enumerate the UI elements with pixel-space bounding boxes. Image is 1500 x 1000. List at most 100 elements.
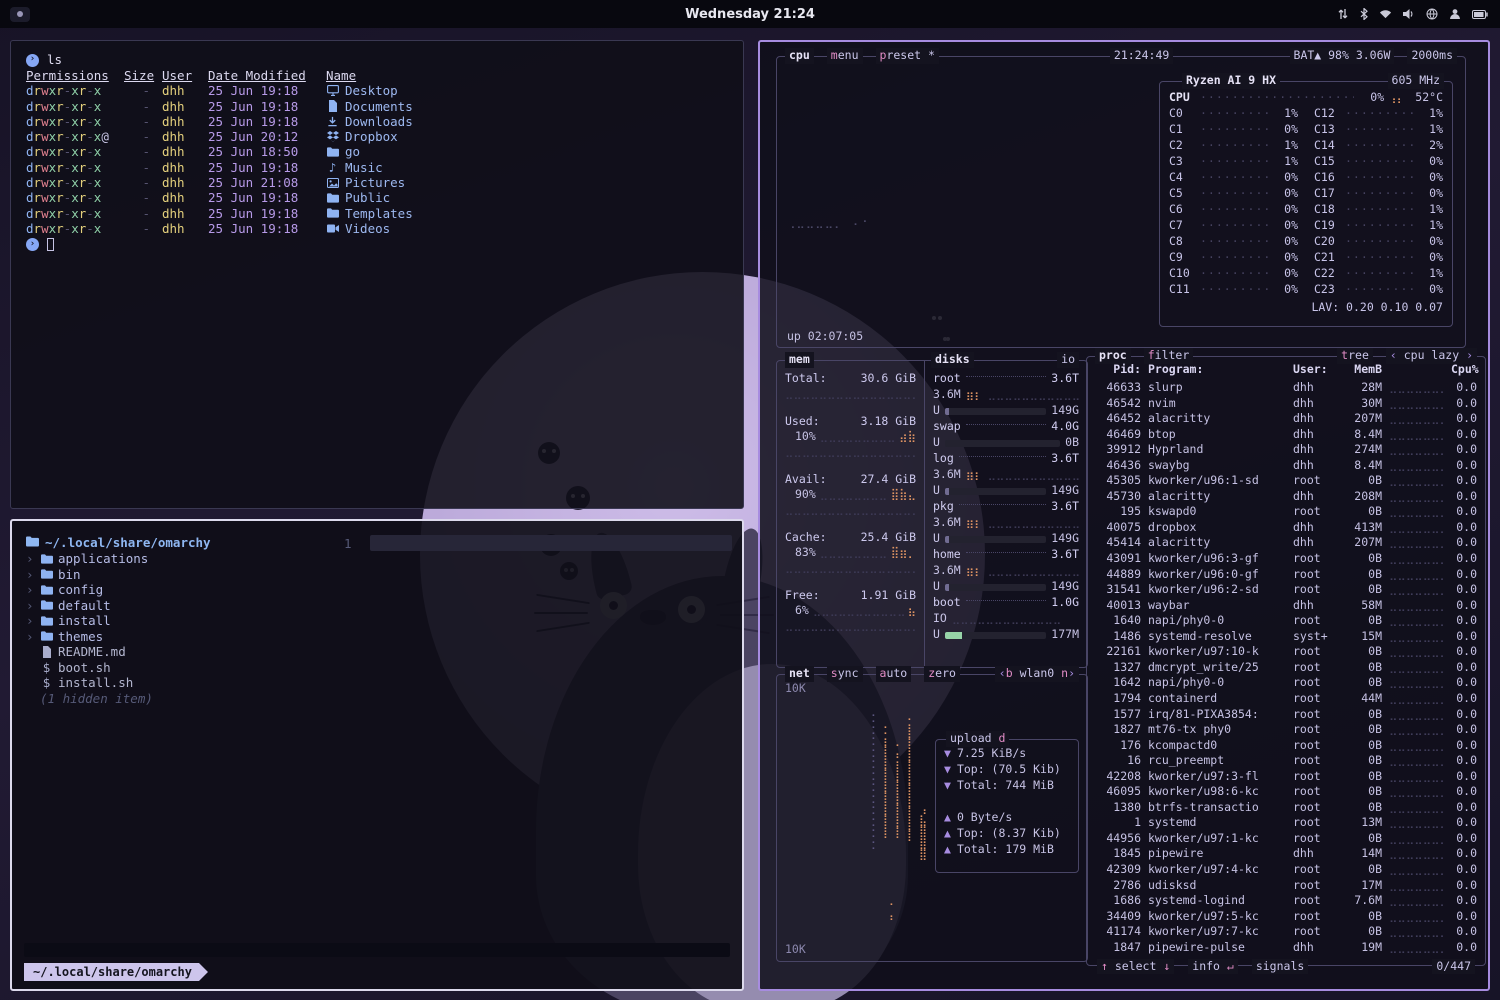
proc-row[interactable]: 195 kswapd0 root 0B 0.0 xyxy=(1095,504,1477,520)
io-mode-label[interactable]: io xyxy=(1057,352,1079,368)
proc-row[interactable]: 1380 btrfs-transactio root 0B 0.0 xyxy=(1095,800,1477,816)
proc-row[interactable]: 41174 kworker/u97:7-kc root 0B 0.0 xyxy=(1095,924,1477,940)
mem-stat-percent: 90% xyxy=(785,487,816,503)
proc-row[interactable]: 46633 slurp dhh 28M 0.0 xyxy=(1095,380,1477,396)
proc-user: dhh xyxy=(1293,427,1337,443)
proc-row[interactable]: 1794 containerd root 44M 0.0 xyxy=(1095,691,1477,707)
file-tree-item[interactable]: › config xyxy=(26,582,326,598)
proc-mem: 0B xyxy=(1344,924,1382,940)
proc-row[interactable]: 40013 waybar dhh 58M 0.0 xyxy=(1095,598,1477,614)
proc-row[interactable]: 1486 systemd-resolve syst+ 15M 0.0 xyxy=(1095,629,1477,645)
prompt-line[interactable]: › xyxy=(26,236,728,252)
ls-permissions: drwxr-xr-x xyxy=(26,99,112,114)
proc-row[interactable]: 45730 alacritty dhh 208M 0.0 xyxy=(1095,489,1477,505)
battery-icon[interactable] xyxy=(1472,10,1488,19)
file-tree-item[interactable]: $ boot.sh xyxy=(26,660,326,676)
btop-window[interactable]: cpu menu preset * 21:24:49 BAT▲ 98% 3.06… xyxy=(758,40,1490,991)
interface-switcher[interactable]: ‹b wlan0 n› xyxy=(995,666,1079,682)
proc-mem-graph xyxy=(1389,940,1444,955)
core-meter xyxy=(1345,282,1413,298)
proc-header-user[interactable]: User: xyxy=(1293,362,1337,378)
proc-row[interactable]: 43091 kworker/u96:3-gf root 0B 0.0 xyxy=(1095,551,1477,567)
proc-row[interactable]: 1827 mt76-tx phy0 root 0B 0.0 xyxy=(1095,722,1477,738)
transfer-icon[interactable] xyxy=(1337,8,1349,20)
proc-program: systemd-logind xyxy=(1148,893,1286,909)
proc-row[interactable]: 46469 btop dhh 8.4M 0.0 xyxy=(1095,427,1477,443)
wifi-icon[interactable] xyxy=(1379,9,1392,19)
core-meter xyxy=(1345,234,1413,250)
proc-row[interactable]: 34409 kworker/u97:5-kc root 0B 0.0 xyxy=(1095,909,1477,925)
file-tree-item-label: boot.sh xyxy=(58,660,111,676)
select-hint[interactable]: ↑ select ↓ xyxy=(1097,959,1174,975)
proc-row[interactable]: 2786 udisksd root 17M 0.0 xyxy=(1095,878,1477,894)
proc-row[interactable]: 1845 pipewire dhh 14M 0.0 xyxy=(1095,846,1477,862)
proc-row[interactable]: 1327 dmcrypt_write/25 root 0B 0.0 xyxy=(1095,660,1477,676)
proc-row[interactable]: 16 rcu_preempt root 0B 0.0 xyxy=(1095,753,1477,769)
globe-icon[interactable] xyxy=(1426,8,1438,20)
net-stats-box-title[interactable]: upload d xyxy=(946,731,1009,747)
proc-row[interactable]: 1577 irq/81-PIXA3854: root 0B 0.0 xyxy=(1095,706,1477,722)
proc-row[interactable]: 46452 alacritty dhh 207M 0.0 xyxy=(1095,411,1477,427)
command-bar[interactable] xyxy=(24,943,730,957)
workspace-indicator[interactable] xyxy=(10,7,30,22)
core-name: C9 xyxy=(1169,250,1196,266)
file-tree-item[interactable]: › install xyxy=(26,613,326,629)
proc-row[interactable]: 44956 kworker/u97:1-kc root 0B 0.0 xyxy=(1095,831,1477,847)
proc-mem: 413M xyxy=(1344,520,1382,536)
proc-user: dhh xyxy=(1293,442,1337,458)
proc-row[interactable]: 1642 napi/phy0-0 root 0B 0.0 xyxy=(1095,675,1477,691)
proc-row[interactable]: 42208 kworker/u97:3-fl root 0B 0.0 xyxy=(1095,769,1477,785)
ls-permissions: drwxr-xr-x xyxy=(26,175,112,190)
file-tree-item[interactable]: › applications xyxy=(26,551,326,567)
proc-row[interactable]: 42309 kworker/u97:4-kc root 0B 0.0 xyxy=(1095,862,1477,878)
proc-cpu: 0.0 xyxy=(1451,598,1477,614)
proc-header-mem[interactable]: MemB xyxy=(1344,362,1382,378)
proc-row[interactable]: 44889 kworker/u96:0-gf root 0B 0.0 xyxy=(1095,567,1477,583)
file-tree-item[interactable]: › default xyxy=(26,598,326,614)
chevron-right-icon: › xyxy=(26,582,35,598)
proc-row[interactable]: 46542 nvim dhh 30M 0.0 xyxy=(1095,396,1477,412)
signals-hint[interactable]: signals xyxy=(1252,959,1308,975)
proc-mem-graph xyxy=(1389,535,1444,551)
refresh-interval[interactable]: 2000ms xyxy=(1407,48,1457,64)
auto-button[interactable]: auto xyxy=(876,666,912,682)
terminal-window[interactable]: › ls Permissions Size User Date Modified… xyxy=(10,40,744,509)
proc-row[interactable]: 1 systemd root 13M 0.0 xyxy=(1095,815,1477,831)
core-name: C4 xyxy=(1169,170,1196,186)
proc-header-program[interactable]: Program: xyxy=(1148,362,1286,378)
proc-row[interactable]: 22161 kworker/u97:10-k root 0B 0.0 xyxy=(1095,644,1477,660)
core-percent: 0% xyxy=(1272,122,1298,138)
proc-header-cpu[interactable]: Cpu% xyxy=(1451,362,1477,378)
proc-row[interactable]: 45414 alacritty dhh 207M 0.0 xyxy=(1095,535,1477,551)
menu-button[interactable]: menu xyxy=(827,48,863,64)
info-hint[interactable]: info ↵ xyxy=(1188,959,1238,975)
proc-header-pid[interactable]: Pid: xyxy=(1095,362,1141,378)
mem-stats: Total: 30.6 GiB⣀⣀⣀⣀⣀⣀⣀⣀⣀⣀⣀⣀⣀⣀⣀⣀ Used: 3.… xyxy=(777,367,924,665)
proc-row[interactable]: 45305 kworker/u96:1-sd root 0B 0.0 xyxy=(1095,473,1477,489)
volume-icon[interactable] xyxy=(1403,9,1415,19)
proc-row[interactable]: 1686 systemd-logind root 7.6M 0.0 xyxy=(1095,893,1477,909)
file-tree-item[interactable]: › bin xyxy=(26,567,326,583)
proc-row[interactable]: 46436 swaybg dhh 8.4M 0.0 xyxy=(1095,458,1477,474)
proc-row[interactable]: 176 kcompactd0 root 0B 0.0 xyxy=(1095,738,1477,754)
proc-row[interactable]: 46095 kworker/u98:6-kc root 0B 0.0 xyxy=(1095,784,1477,800)
file-manager-window[interactable]: ~/.local/share/omarchy › applications › … xyxy=(10,519,744,991)
proc-row[interactable]: 1847 pipewire-pulse dhh 19M 0.0 xyxy=(1095,940,1477,955)
proc-row[interactable]: 31541 kworker/u96:2-sd root 0B 0.0 xyxy=(1095,582,1477,598)
sync-button[interactable]: sync xyxy=(827,666,863,682)
file-tree-root[interactable]: ~/.local/share/omarchy xyxy=(26,535,326,551)
proc-mem: 30M xyxy=(1344,396,1382,412)
preset-button[interactable]: preset * xyxy=(876,48,939,64)
proc-program: mt76-tx phy0 xyxy=(1148,722,1286,738)
user-icon[interactable] xyxy=(1449,8,1461,20)
zero-button[interactable]: zero xyxy=(924,666,960,682)
file-tree-item[interactable]: $ install.sh xyxy=(26,675,326,691)
bluetooth-icon[interactable] xyxy=(1360,8,1368,20)
file-tree-item[interactable]: › themes xyxy=(26,629,326,645)
file-tree-item[interactable]: README.md xyxy=(26,644,326,660)
proc-row[interactable]: 39912 Hyprland dhh 274M 0.0 xyxy=(1095,442,1477,458)
net-panel-title: net sync auto zero ‹b wlan0 n› xyxy=(785,666,1079,682)
proc-row[interactable]: 40075 dropbox dhh 413M 0.0 xyxy=(1095,520,1477,536)
proc-row[interactable]: 1640 napi/phy0-0 root 0B 0.0 xyxy=(1095,613,1477,629)
disks-panel-label[interactable]: disks xyxy=(931,352,974,368)
